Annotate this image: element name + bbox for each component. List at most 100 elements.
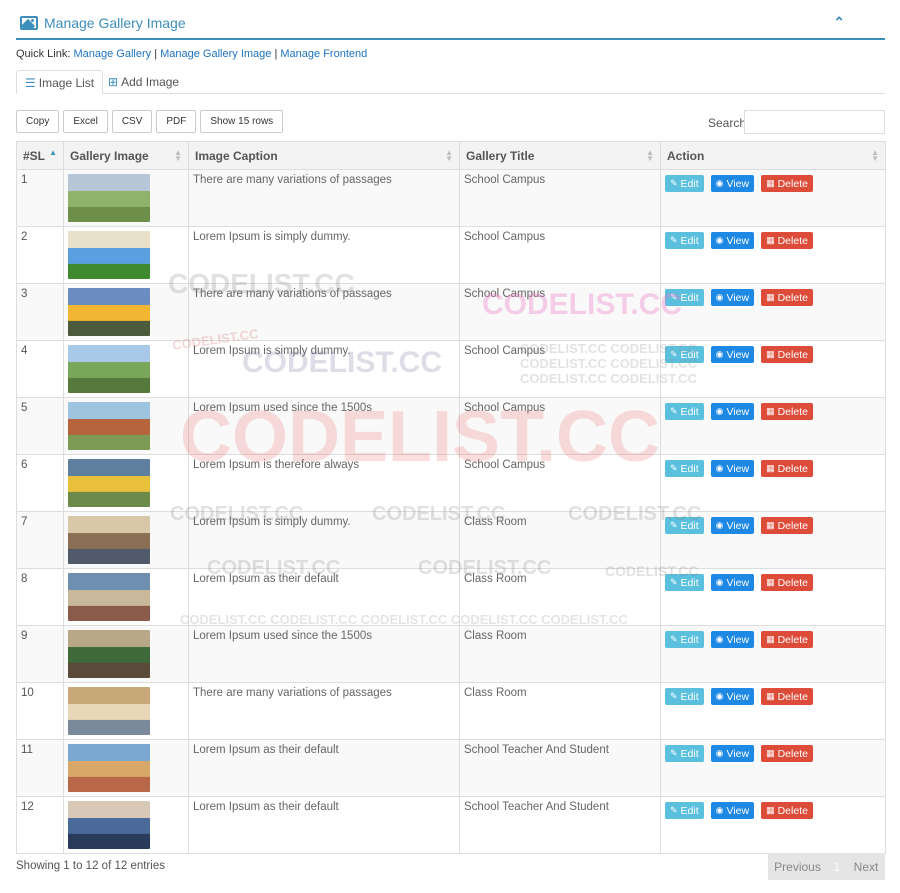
link-manage-gallery-image[interactable]: Manage Gallery Image: [160, 48, 271, 60]
view-button[interactable]: ◉ View: [710, 289, 755, 306]
link-manage-frontend[interactable]: Manage Frontend: [280, 48, 367, 60]
view-button[interactable]: ◉ View: [710, 517, 755, 534]
table-row: 12 Lorem Ipsum as their default School Tea…: [16, 796, 886, 854]
delete-button[interactable]: ▦ Delete: [761, 403, 813, 420]
delete-button[interactable]: ▦ Delete: [761, 745, 813, 762]
link-manage-gallery[interactable]: Manage Gallery: [73, 48, 151, 60]
edit-button[interactable]: ✎ Edit: [665, 688, 704, 705]
gallery-thumbnail[interactable]: [68, 345, 150, 393]
edit-button[interactable]: ✎ Edit: [665, 745, 704, 762]
edit-button[interactable]: ✎ Edit: [665, 517, 704, 534]
row-caption: Lorem Ipsum is simply dummy.: [188, 511, 460, 569]
gallery-thumbnail[interactable]: [68, 288, 150, 336]
gallery-thumbnail[interactable]: [68, 801, 150, 849]
eye-icon: ◉: [715, 748, 724, 758]
edit-icon: ✎: [670, 406, 678, 416]
row-sl: 7: [16, 511, 64, 569]
edit-button[interactable]: ✎ Edit: [665, 289, 704, 306]
show-rows-button[interactable]: Show 15 rows: [200, 110, 284, 133]
row-image-cell: [63, 568, 189, 626]
eye-icon: ◉: [715, 463, 724, 473]
col-image-caption[interactable]: Image Caption ▲ ▼: [188, 141, 460, 170]
gallery-thumbnail[interactable]: [68, 174, 150, 222]
delete-button[interactable]: ▦ Delete: [761, 232, 813, 249]
delete-button[interactable]: ▦ Delete: [761, 460, 813, 477]
gallery-thumbnail[interactable]: [68, 630, 150, 678]
tab-add-image[interactable]: ⊞ Add Image: [100, 70, 187, 94]
delete-button[interactable]: ▦ Delete: [761, 802, 813, 819]
row-sl: 1: [16, 169, 64, 227]
gallery-thumbnail[interactable]: [68, 573, 150, 621]
eye-icon: ◉: [715, 406, 724, 416]
eye-icon: ◉: [715, 577, 724, 587]
delete-button[interactable]: ▦ Delete: [761, 631, 813, 648]
edit-button[interactable]: ✎ Edit: [665, 346, 704, 363]
view-button[interactable]: ◉ View: [710, 346, 755, 363]
delete-button[interactable]: ▦ Delete: [761, 517, 813, 534]
delete-button[interactable]: ▦ Delete: [761, 688, 813, 705]
eye-icon: ◉: [715, 349, 724, 359]
edit-button[interactable]: ✎ Edit: [665, 631, 704, 648]
gallery-thumbnail[interactable]: [68, 231, 150, 279]
view-button[interactable]: ◉ View: [710, 688, 755, 705]
row-caption: Lorem Ipsum is simply dummy.: [188, 340, 460, 398]
table-row: 11 Lorem Ipsum as their default School Tea…: [16, 739, 886, 797]
page-1-button[interactable]: 1: [827, 853, 847, 880]
previous-button[interactable]: Previous: [768, 853, 827, 880]
row-actions: ✎ Edit ◉ View ▦ Delete: [660, 511, 886, 569]
view-button[interactable]: ◉ View: [710, 175, 755, 192]
row-sl: 6: [16, 454, 64, 512]
view-button[interactable]: ◉ View: [710, 574, 755, 591]
gallery-thumbnail[interactable]: [68, 687, 150, 735]
row-image-cell: [63, 454, 189, 512]
row-actions: ✎ Edit ◉ View ▦ Delete: [660, 682, 886, 740]
edit-button[interactable]: ✎ Edit: [665, 460, 704, 477]
edit-button[interactable]: ✎ Edit: [665, 802, 704, 819]
gallery-thumbnail[interactable]: [68, 744, 150, 792]
edit-button[interactable]: ✎ Edit: [665, 232, 704, 249]
col-action[interactable]: Action ▲ ▼: [660, 141, 886, 170]
row-image-cell: [63, 682, 189, 740]
row-image-cell: [63, 283, 189, 341]
edit-icon: ✎: [670, 520, 678, 530]
delete-button[interactable]: ▦ Delete: [761, 346, 813, 363]
gallery-thumbnail[interactable]: [68, 459, 150, 507]
trash-icon: ▦: [766, 748, 775, 758]
view-button[interactable]: ◉ View: [710, 745, 755, 762]
delete-button[interactable]: ▦ Delete: [761, 574, 813, 591]
view-button[interactable]: ◉ View: [710, 232, 755, 249]
row-actions: ✎ Edit ◉ View ▦ Delete: [660, 796, 886, 854]
view-button[interactable]: ◉ View: [710, 631, 755, 648]
edit-button[interactable]: ✎ Edit: [665, 574, 704, 591]
chevron-up-icon[interactable]: ⌃: [833, 14, 845, 31]
row-sl: 10: [16, 682, 64, 740]
row-caption: There are many variations of passages: [188, 283, 460, 341]
edit-icon: ✎: [670, 805, 678, 815]
next-button[interactable]: Next: [847, 853, 885, 880]
col-gallery-title[interactable]: Gallery Title ▲ ▼: [459, 141, 661, 170]
row-caption: Lorem Ipsum is simply dummy.: [188, 226, 460, 284]
excel-button[interactable]: Excel: [63, 110, 108, 133]
row-image-cell: [63, 739, 189, 797]
col-sl[interactable]: #SL ▲: [16, 141, 64, 170]
tab-image-list[interactable]: ☰ Image List: [16, 70, 104, 94]
sort-icon: ▲ ▼: [646, 148, 654, 163]
view-button[interactable]: ◉ View: [710, 460, 755, 477]
col-gallery-image[interactable]: Gallery Image ▲ ▼: [63, 141, 189, 170]
gallery-thumbnail[interactable]: [68, 516, 150, 564]
copy-button[interactable]: Copy: [16, 110, 60, 133]
view-button[interactable]: ◉ View: [710, 403, 755, 420]
row-actions: ✎ Edit ◉ View ▦ Delete: [660, 397, 886, 455]
edit-icon: ✎: [670, 748, 678, 758]
page-title: Manage Gallery Image: [44, 15, 186, 31]
gallery-thumbnail[interactable]: [68, 402, 150, 450]
view-button[interactable]: ◉ View: [710, 802, 755, 819]
delete-button[interactable]: ▦ Delete: [761, 289, 813, 306]
pdf-button[interactable]: PDF: [156, 110, 197, 133]
search-input[interactable]: [744, 110, 885, 134]
delete-button[interactable]: ▦ Delete: [761, 175, 813, 192]
csv-button[interactable]: CSV: [111, 110, 153, 133]
row-gallery-title: School Campus: [459, 226, 661, 284]
edit-button[interactable]: ✎ Edit: [665, 175, 704, 192]
edit-button[interactable]: ✎ Edit: [665, 403, 704, 420]
